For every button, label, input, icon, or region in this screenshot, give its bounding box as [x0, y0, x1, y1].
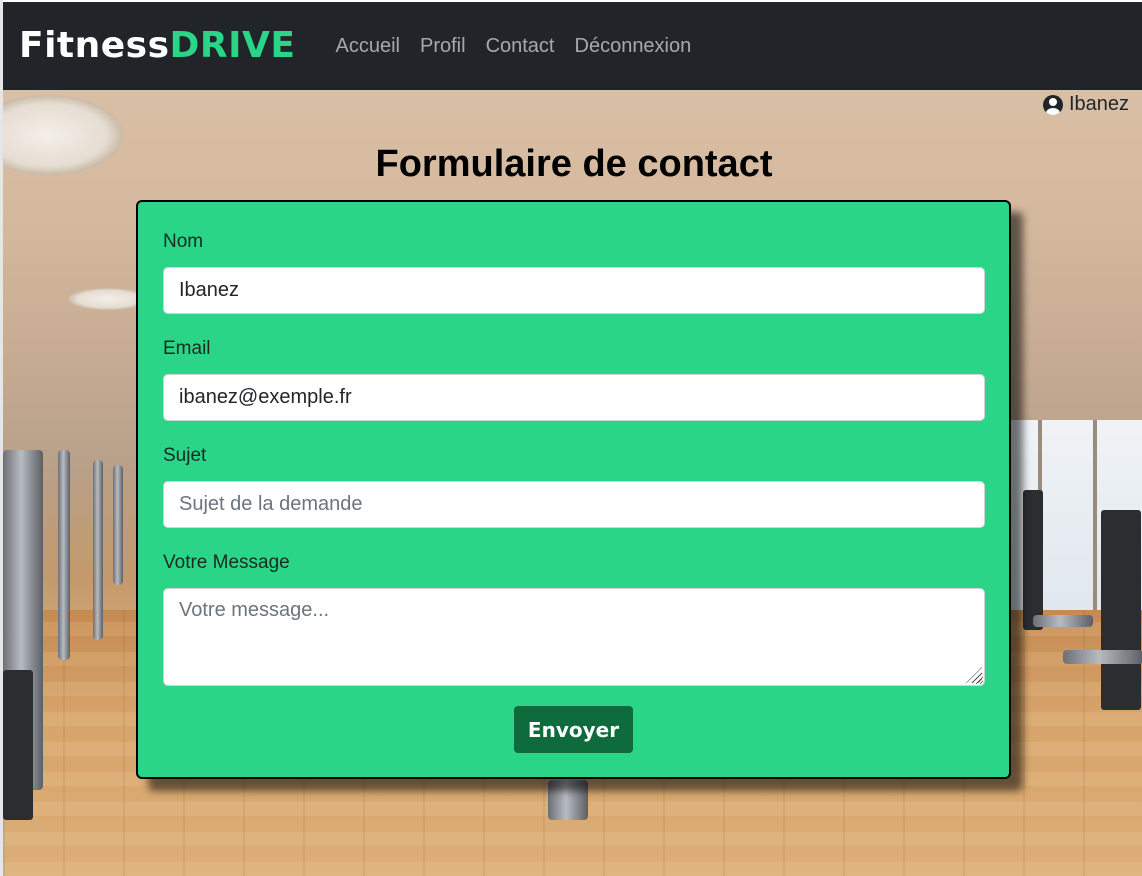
nav-link-accueil[interactable]: Accueil — [326, 35, 410, 58]
gym-machine — [93, 460, 103, 640]
nav-link-deconnexion[interactable]: Déconnexion — [565, 35, 702, 58]
brand-name-part2: DRIVE — [169, 25, 296, 66]
brand-name-part1: Fitness — [19, 25, 170, 66]
treadmill — [1033, 615, 1093, 627]
email-input[interactable] — [163, 374, 985, 421]
gym-machine — [3, 670, 33, 820]
gym-machine — [113, 465, 123, 585]
nav-link-contact[interactable]: Contact — [476, 35, 565, 58]
nav-links: Accueil Profil Contact Déconnexion — [326, 35, 702, 58]
user-chip[interactable]: Ibanez — [1042, 93, 1129, 116]
message-textarea[interactable] — [163, 588, 985, 686]
user-name: Ibanez — [1068, 93, 1129, 115]
nom-label: Nom — [163, 231, 204, 252]
brand-logo[interactable]: Fitness DRIVE — [19, 28, 296, 64]
message-label: Votre Message — [163, 552, 290, 573]
sujet-label: Sujet — [163, 445, 207, 466]
gym-machine — [58, 450, 70, 660]
treadmill — [1063, 650, 1142, 664]
nom-input[interactable] — [163, 267, 985, 314]
gym-machine — [548, 780, 588, 820]
email-label: Email — [163, 338, 211, 359]
sujet-input[interactable] — [163, 481, 985, 528]
treadmill — [1023, 490, 1043, 630]
user-circle-icon — [1042, 94, 1063, 115]
treadmill — [1101, 510, 1141, 710]
nav-link-profil[interactable]: Profil — [410, 35, 476, 58]
contact-form-card: Nom Email Sujet Votre Message Envoyer — [136, 200, 1011, 779]
send-button[interactable]: Envoyer — [514, 706, 633, 753]
top-navbar: Fitness DRIVE Accueil Profil Contact Déco… — [3, 2, 1142, 90]
page-title: Formulaire de contact — [375, 143, 773, 185]
